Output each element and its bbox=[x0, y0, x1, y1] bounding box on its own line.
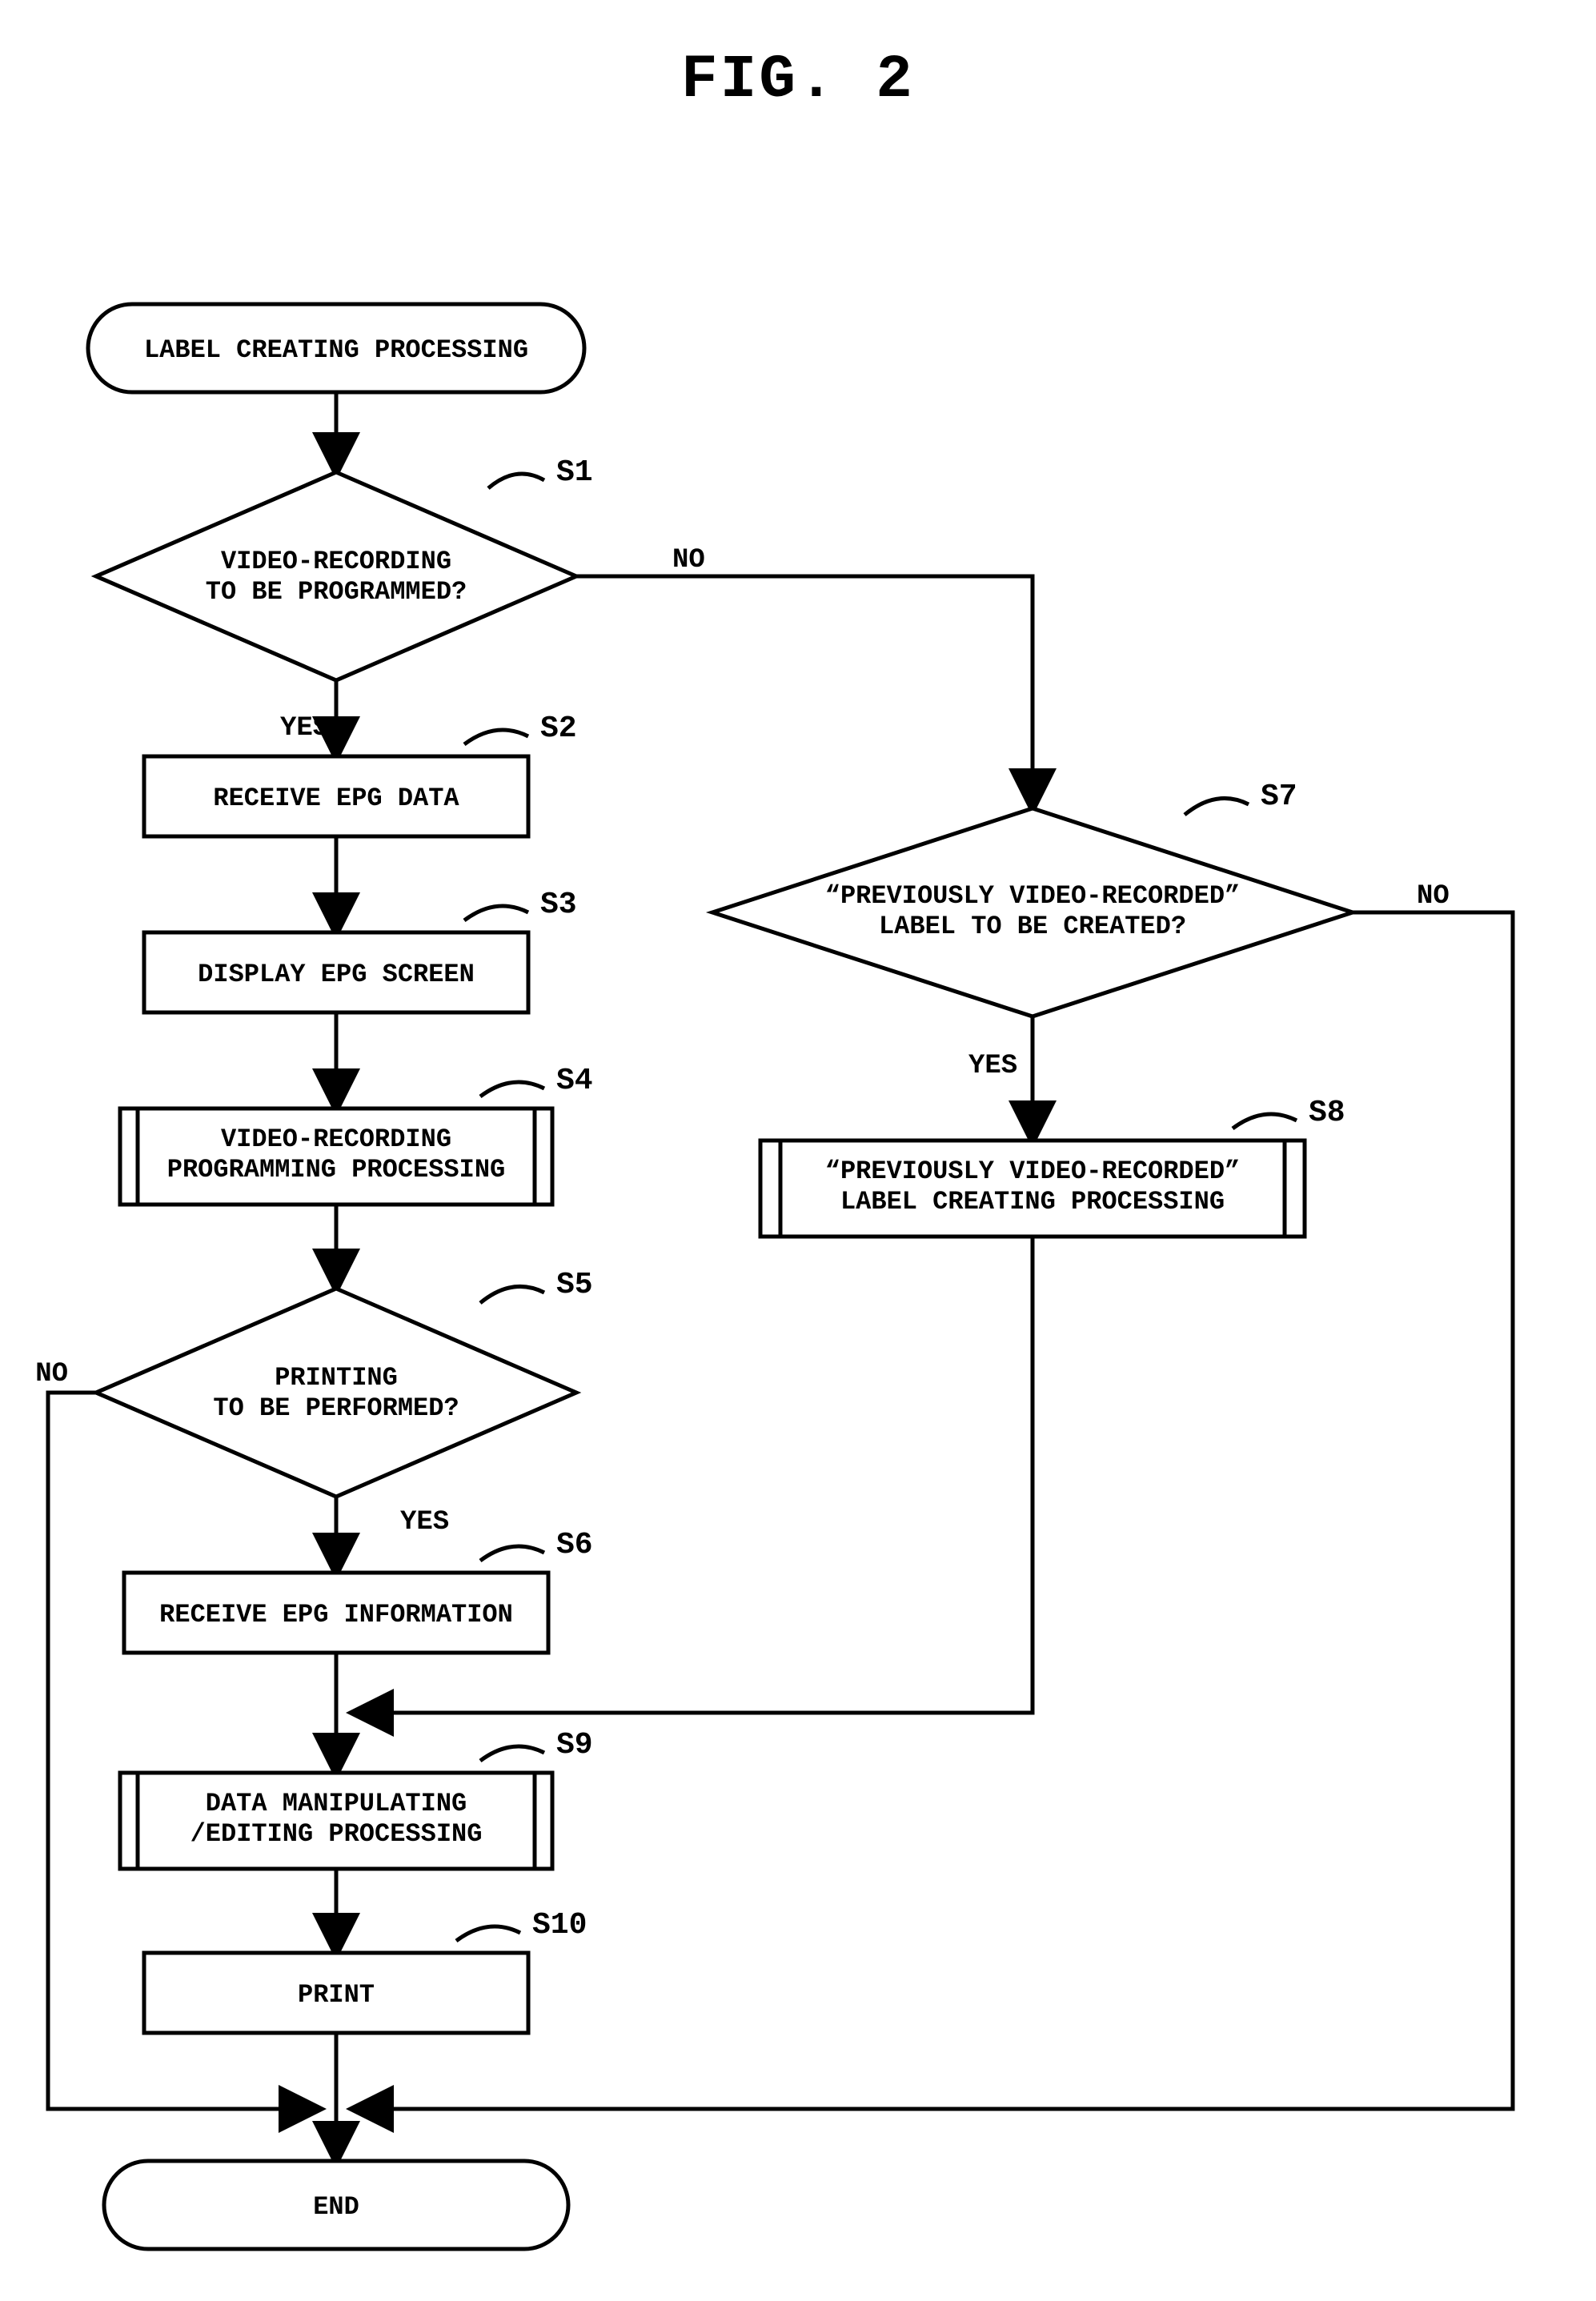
step-s2: S2 bbox=[540, 712, 577, 746]
node-s4: VIDEO-RECORDING PROGRAMMING PROCESSING S… bbox=[120, 1064, 593, 1205]
lead-s3 bbox=[464, 906, 528, 920]
lead-s10 bbox=[456, 1926, 520, 1941]
node-start: LABEL CREATING PROCESSING bbox=[88, 304, 584, 392]
node-s6-label: RECEIVE EPG INFORMATION bbox=[159, 1600, 513, 1630]
lead-s5 bbox=[480, 1286, 544, 1303]
node-end: END bbox=[104, 2161, 568, 2249]
step-s5: S5 bbox=[556, 1268, 593, 1302]
node-s3: DISPLAY EPG SCREEN S3 bbox=[144, 888, 577, 1012]
edge-s7-no bbox=[354, 912, 1513, 2109]
node-s5-line1: PRINTING bbox=[275, 1363, 398, 1393]
node-end-label: END bbox=[313, 2192, 359, 2222]
lead-s2 bbox=[464, 730, 528, 744]
lead-s1 bbox=[488, 474, 544, 488]
lead-s4 bbox=[480, 1082, 544, 1096]
figure-title: FIG. 2 bbox=[681, 46, 915, 114]
step-s9: S9 bbox=[556, 1728, 593, 1762]
lead-s7 bbox=[1185, 798, 1249, 815]
node-s4-line2: PROGRAMMING PROCESSING bbox=[167, 1155, 505, 1185]
lead-s8 bbox=[1233, 1114, 1297, 1128]
node-s7-line1: “PREVIOUSLY VIDEO-RECORDED” bbox=[825, 881, 1240, 911]
node-s9-line2: /EDITING PROCESSING bbox=[190, 1819, 483, 1849]
node-s2: RECEIVE EPG DATA S2 bbox=[144, 712, 577, 836]
node-s1-line2: TO BE PROGRAMMED? bbox=[206, 577, 467, 607]
step-s8: S8 bbox=[1309, 1096, 1345, 1130]
node-s3-label: DISPLAY EPG SCREEN bbox=[198, 960, 475, 989]
node-s9: DATA MANIPULATING /EDITING PROCESSING S9 bbox=[120, 1728, 593, 1869]
node-s4-line1: VIDEO-RECORDING bbox=[221, 1124, 451, 1154]
node-s7-line2: LABEL TO BE CREATED? bbox=[879, 912, 1186, 941]
node-s8-line1: “PREVIOUSLY VIDEO-RECORDED” bbox=[825, 1157, 1240, 1186]
node-start-label: LABEL CREATING PROCESSING bbox=[144, 335, 528, 365]
step-s6: S6 bbox=[556, 1528, 593, 1562]
node-s8: “PREVIOUSLY VIDEO-RECORDED” LABEL CREATI… bbox=[760, 1096, 1345, 1237]
node-s1-line1: VIDEO-RECORDING bbox=[221, 547, 451, 576]
node-s10-label: PRINT bbox=[298, 1980, 375, 2010]
node-s7: “PREVIOUSLY VIDEO-RECORDED” LABEL TO BE … bbox=[712, 780, 1353, 1016]
node-s5-line2: TO BE PERFORMED? bbox=[213, 1393, 459, 1423]
step-s7: S7 bbox=[1261, 780, 1297, 814]
edge-s1-no-label: NO bbox=[672, 545, 705, 575]
edge-s7-no-label: NO bbox=[1417, 881, 1450, 912]
edge-s1-yes-label: YES bbox=[280, 713, 329, 744]
node-s6: RECEIVE EPG INFORMATION S6 bbox=[124, 1528, 593, 1653]
step-s3: S3 bbox=[540, 888, 577, 922]
node-s9-line1: DATA MANIPULATING bbox=[206, 1789, 467, 1818]
edge-s1-no bbox=[576, 576, 1033, 808]
step-s10: S10 bbox=[532, 1908, 587, 1942]
edge-s7-yes-label: YES bbox=[968, 1051, 1017, 1081]
node-s10: PRINT S10 bbox=[144, 1908, 587, 2033]
lead-s9 bbox=[480, 1746, 544, 1761]
step-s1: S1 bbox=[556, 455, 593, 490]
node-s2-label: RECEIVE EPG DATA bbox=[213, 784, 459, 813]
node-s1: VIDEO-RECORDING TO BE PROGRAMMED? S1 bbox=[96, 455, 593, 680]
lead-s6 bbox=[480, 1546, 544, 1561]
node-s8-line2: LABEL CREATING PROCESSING bbox=[840, 1187, 1225, 1217]
step-s4: S4 bbox=[556, 1064, 593, 1098]
edge-s5-no-label: NO bbox=[35, 1359, 68, 1389]
node-s5: PRINTING TO BE PERFORMED? S5 bbox=[96, 1268, 593, 1497]
edge-s5-yes-label: YES bbox=[400, 1507, 449, 1537]
